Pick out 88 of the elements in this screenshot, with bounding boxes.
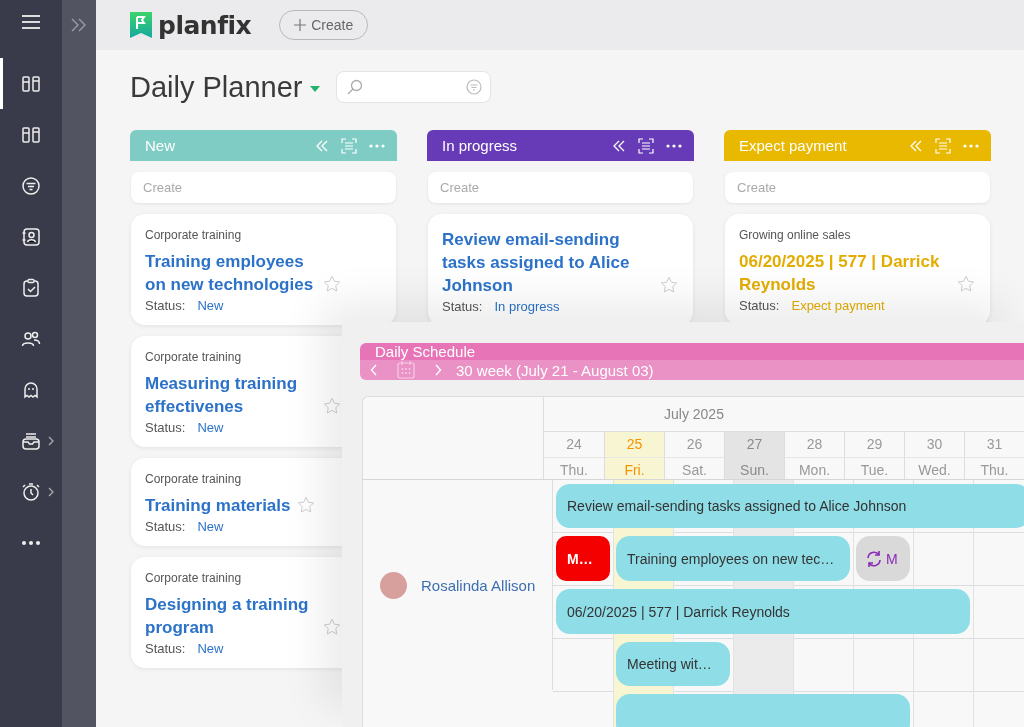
status-value: New <box>197 641 224 656</box>
board-icon <box>21 73 41 94</box>
task-title[interactable]: Review email-sending tasks assigned to Alice Johnson <box>442 228 654 297</box>
menu-icon[interactable] <box>21 14 41 30</box>
status-value: In progress <box>494 299 560 314</box>
logo-text: planfix <box>158 10 252 40</box>
column-title: Expect payment <box>739 137 848 154</box>
day-number: 28 <box>785 432 844 458</box>
week-range: 30 week (July 21 - August 03) <box>456 361 654 379</box>
status-value: Expect payment <box>791 298 885 313</box>
more-icon[interactable] <box>666 143 682 148</box>
search-icon <box>347 79 364 95</box>
create-task-field[interactable]: Create <box>131 172 396 203</box>
status-label: Status: <box>442 299 483 314</box>
weekday-label: Wed. <box>917 461 952 479</box>
contact-icon <box>21 226 41 247</box>
calendar-icon[interactable] <box>396 360 416 380</box>
event-bar[interactable]: M <box>856 536 910 581</box>
chevron-icon <box>48 436 54 446</box>
collapse-icon[interactable] <box>612 139 626 152</box>
flag-logo-icon <box>130 12 152 38</box>
project-name: Corporate training <box>145 571 243 585</box>
status-value: New <box>197 298 224 313</box>
status-label: Status: <box>739 298 780 313</box>
status-value: New <box>197 519 224 534</box>
weekday-label: Sat. <box>681 461 708 479</box>
task-title[interactable]: Designing a training program <box>145 593 317 639</box>
status-label: Status: <box>145 519 186 534</box>
board-icon <box>21 124 41 145</box>
more-icon <box>21 539 41 546</box>
star-icon[interactable] <box>957 275 975 293</box>
plus-icon <box>294 19 307 31</box>
search-field[interactable] <box>336 71 492 103</box>
filter-icon <box>21 175 41 196</box>
weekday-label: Thu. <box>559 461 589 479</box>
task-card[interactable]: Growing online sales 06/20/2025 | 577 | Darrick Reynolds Status: Expect payment <box>725 214 990 325</box>
avatar <box>380 571 407 599</box>
day-number: 29 <box>845 432 904 458</box>
status-label: Status: <box>145 420 186 435</box>
create-task-field[interactable]: Create <box>428 172 693 203</box>
day-number: 27 <box>725 432 784 458</box>
weekday-label: Sun. <box>725 458 784 479</box>
task-title[interactable]: Measuring training effectivenes <box>145 372 317 418</box>
column-title: In progress <box>442 137 519 154</box>
ghost-icon <box>21 379 41 400</box>
day-number: 24 <box>544 432 604 458</box>
star-icon[interactable] <box>660 276 678 294</box>
page-title: Daily Planner <box>130 70 303 104</box>
day-number: 25 <box>605 432 664 458</box>
weekday-label: Tue. <box>859 461 890 479</box>
event-bar[interactable]: Training employees on new tec… <box>616 536 850 581</box>
task-title[interactable]: Training employees on new technologies <box>145 250 317 296</box>
status-label: Status: <box>145 641 186 656</box>
person-name[interactable]: Rosalinda Allison <box>421 576 536 594</box>
filter-icon[interactable] <box>466 79 483 95</box>
scan-icon[interactable] <box>638 137 654 154</box>
inbox-icon <box>21 430 41 451</box>
clipboard-check-icon <box>21 277 41 298</box>
task-card[interactable]: Corporate training Training employees on new technologies Status: New <box>131 214 396 325</box>
expand-icon[interactable] <box>70 18 88 32</box>
create-task-field[interactable]: Create <box>725 172 990 203</box>
event-bar[interactable]: Meeting wit… <box>616 642 730 686</box>
repeat-icon <box>864 548 884 569</box>
day-number: 26 <box>665 432 724 458</box>
previous-icon[interactable] <box>370 364 378 376</box>
weekday-label: Mon. <box>797 461 832 479</box>
task-title[interactable]: Training materials <box>145 494 291 517</box>
project-name: Corporate training <box>145 472 243 486</box>
star-icon[interactable] <box>323 397 341 415</box>
event-bar[interactable]: M… <box>556 536 610 581</box>
timer-icon <box>21 481 41 502</box>
column-title: New <box>145 137 176 154</box>
day-number: 30 <box>905 432 964 458</box>
star-icon[interactable] <box>323 275 341 293</box>
star-icon[interactable] <box>323 618 341 636</box>
status-value: New <box>197 420 224 435</box>
star-icon[interactable] <box>296 496 315 514</box>
event-bar[interactable]: Review email-sending tasks assigned to Alice Johnson <box>556 484 1024 528</box>
weekday-label: Fri. <box>605 458 664 479</box>
chevron-icon <box>48 487 54 497</box>
next-icon[interactable] <box>434 364 442 376</box>
weekday-label: Thu. <box>979 461 1010 479</box>
event-bar[interactable]: 06/20/2025 | 577 | Darrick Reynolds <box>556 589 970 634</box>
project-name: Growing online sales <box>739 228 852 242</box>
day-number: 31 <box>965 432 1024 458</box>
status-label: Status: <box>145 298 186 313</box>
caret-icon[interactable] <box>310 86 321 92</box>
project-name: Corporate training <box>145 228 243 242</box>
